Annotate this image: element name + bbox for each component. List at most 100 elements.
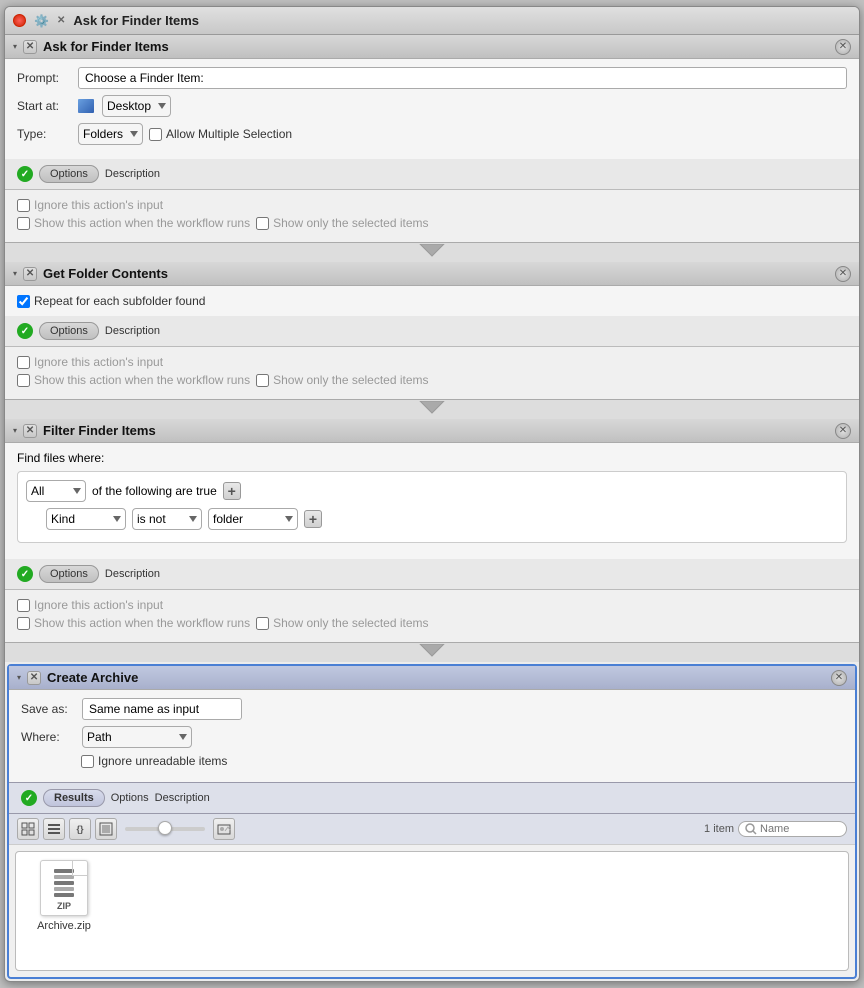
filter-isnot-select[interactable]: is not: [132, 508, 202, 530]
get-folder-options-body: Ignore this action's input Show this act…: [5, 347, 859, 399]
action-close-button[interactable]: ✕: [835, 39, 851, 55]
show-workflow-checkbox-2[interactable]: [17, 374, 30, 387]
show-workflow-checkbox-3[interactable]: [17, 617, 30, 630]
ignore-unreadable-checkbox[interactable]: [81, 755, 94, 768]
start-select[interactable]: Desktop: [102, 95, 171, 117]
code-view-button[interactable]: {}: [69, 818, 91, 840]
zip-line-2: [54, 875, 74, 879]
allow-multiple-text: Allow Multiple Selection: [166, 127, 292, 141]
action-close-button-4[interactable]: ✕: [831, 670, 847, 686]
save-input[interactable]: [82, 698, 242, 720]
grid-icon: [21, 822, 35, 836]
get-folder-contents-block: ▾ ✕ Get Folder Contents ✕ Repeat for eac…: [5, 262, 859, 400]
description-tab[interactable]: Description: [105, 168, 160, 180]
ignore-input-checkbox-2[interactable]: [17, 356, 30, 369]
list-view-button[interactable]: [43, 818, 65, 840]
ignore-input-checkbox[interactable]: [17, 199, 30, 212]
show-workflow-checkbox[interactable]: [17, 217, 30, 230]
collapse-triangle-3[interactable]: ▾: [13, 426, 17, 435]
create-archive-body: Save as: Where: Path Ignore unreadable i…: [9, 690, 855, 782]
search-icon: [745, 823, 757, 835]
action-x-icon-2: ✕: [23, 267, 37, 281]
description-tab-4[interactable]: Description: [155, 792, 210, 804]
show-selected-checkbox-3[interactable]: [256, 617, 269, 630]
find-files-row: Find files where:: [17, 451, 847, 465]
photo-icon: [217, 822, 231, 836]
results-check-icon-2: ✓: [17, 323, 33, 339]
action-x-icon-3: ✕: [23, 424, 37, 438]
results-check-icon-4: ✓: [21, 790, 37, 806]
filter-row-add-button[interactable]: +: [304, 510, 322, 528]
size-slider[interactable]: [125, 827, 205, 831]
show-selected-checkbox[interactable]: [256, 217, 269, 230]
type-select[interactable]: Folders: [78, 123, 143, 145]
show-selected-label-2[interactable]: Show only the selected items: [256, 373, 428, 387]
show-workflow-label-3[interactable]: Show this action when the workflow runs: [17, 616, 250, 630]
ignore-unreadable-label[interactable]: Ignore unreadable items: [81, 754, 227, 768]
description-tab-3[interactable]: Description: [105, 568, 160, 580]
connector-2: [5, 400, 859, 419]
filter-tabs-row: ✓ Options Description: [5, 559, 859, 590]
show-workflow-label-2[interactable]: Show this action when the workflow runs: [17, 373, 250, 387]
filter-kind-select[interactable]: Kind: [46, 508, 126, 530]
save-as-row: Save as:: [21, 698, 843, 720]
slider-container: [125, 827, 205, 831]
description-tab-2[interactable]: Description: [105, 325, 160, 337]
zip-line-5: [54, 893, 74, 897]
action-title-4: Create Archive: [47, 670, 825, 685]
ignore-unreadable-text: Ignore unreadable items: [98, 754, 227, 768]
list-icon: [47, 822, 61, 836]
title-bar-x: ✕: [57, 15, 65, 26]
results-tab-active[interactable]: Results: [43, 789, 105, 807]
allow-multiple-label[interactable]: Allow Multiple Selection: [149, 127, 292, 141]
window-title: Ask for Finder Items: [73, 13, 199, 28]
action-close-button-3[interactable]: ✕: [835, 423, 851, 439]
filter-kind-row: Kind is not folder +: [46, 508, 838, 530]
allow-multiple-checkbox[interactable]: [149, 128, 162, 141]
collapse-triangle[interactable]: ▾: [13, 42, 17, 51]
connector-arrow-2: [416, 401, 448, 415]
show-workflow-row-3: Show this action when the workflow runs …: [17, 616, 847, 630]
ignore-input-checkbox-3[interactable]: [17, 599, 30, 612]
where-select[interactable]: Path: [82, 726, 192, 748]
action-close-button-2[interactable]: ✕: [835, 266, 851, 282]
filter-all-select[interactable]: All: [26, 480, 86, 502]
where-row: Where: Path: [21, 726, 843, 748]
results-check-icon-3: ✓: [17, 566, 33, 582]
collapse-triangle-4[interactable]: ▾: [17, 673, 21, 682]
ignore-input-label[interactable]: Ignore this action's input: [17, 198, 163, 212]
type-row: Type: Folders Allow Multiple Selection: [17, 123, 847, 145]
options-tab-3[interactable]: Options: [39, 565, 99, 583]
window-close-button[interactable]: ✕: [13, 14, 26, 27]
ignore-input-row-2: Ignore this action's input: [17, 355, 847, 369]
show-workflow-label[interactable]: Show this action when the workflow runs: [17, 216, 250, 230]
show-selected-label-3[interactable]: Show only the selected items: [256, 616, 428, 630]
ask-finder-items-body: Prompt: Start at: Desktop Type: Folders …: [5, 59, 859, 159]
filter-add-button[interactable]: +: [223, 482, 241, 500]
show-selected-label[interactable]: Show only the selected items: [256, 216, 428, 230]
prompt-input[interactable]: [78, 67, 847, 89]
search-input[interactable]: [760, 823, 840, 835]
zip-line-4: [54, 887, 74, 891]
grid-view-button[interactable]: [17, 818, 39, 840]
slider-thumb[interactable]: [158, 821, 172, 835]
ignore-input-text: Ignore this action's input: [34, 198, 163, 212]
options-tab[interactable]: Options: [39, 165, 99, 183]
options-tab-2[interactable]: Options: [39, 322, 99, 340]
ignore-input-label-3[interactable]: Ignore this action's input: [17, 598, 163, 612]
options-tab-4[interactable]: Options: [111, 792, 149, 804]
action-title: Ask for Finder Items: [43, 39, 829, 54]
photo-button[interactable]: [213, 818, 235, 840]
ignore-input-label-2[interactable]: Ignore this action's input: [17, 355, 163, 369]
collapse-triangle-2[interactable]: ▾: [13, 269, 17, 278]
show-selected-checkbox-2[interactable]: [256, 374, 269, 387]
filter-all-row: All of the following are true +: [26, 480, 838, 502]
repeat-subfolder-label[interactable]: Repeat for each subfolder found: [17, 294, 847, 308]
filter-folder-select[interactable]: folder: [208, 508, 298, 530]
preview-button[interactable]: [95, 818, 117, 840]
action-x-icon: ✕: [23, 40, 37, 54]
results-toolbar: {} 1 item: [9, 814, 855, 845]
of-following-text: of the following are true: [92, 484, 217, 498]
repeat-subfolder-checkbox[interactable]: [17, 295, 30, 308]
zip-file-item[interactable]: ZIP Archive.zip: [24, 860, 104, 932]
